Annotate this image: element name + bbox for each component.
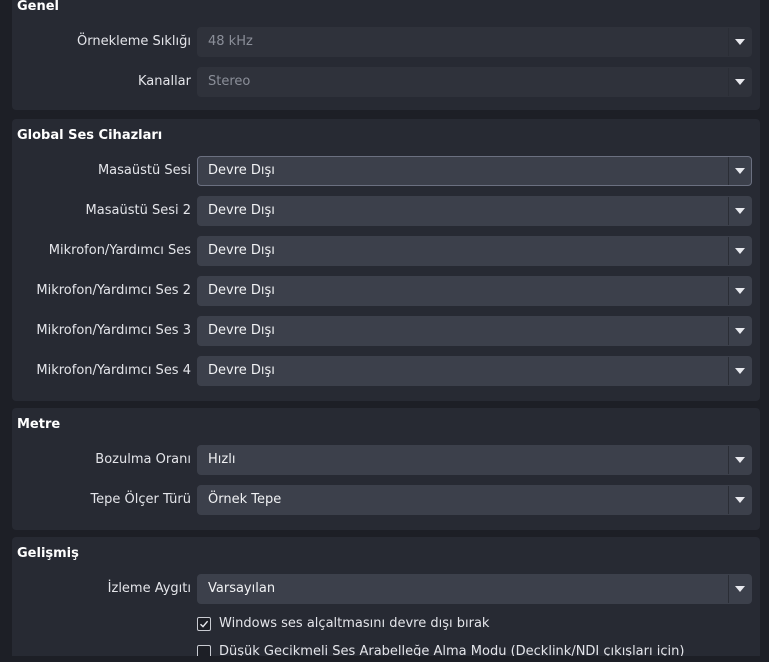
decay-rate-row: Bozulma Oranı Hızlı [12, 445, 760, 475]
desktop-audio-2-row: Masaüstü Sesi 2 Devre Dışı [12, 196, 760, 226]
desktop-audio-2-dropdown[interactable]: Devre Dışı [197, 196, 752, 226]
decay-rate-dropdown[interactable]: Hızlı [197, 445, 752, 475]
mic-aux-2-dropdown[interactable]: Devre Dışı [197, 276, 752, 306]
desktop-audio-dropdown[interactable]: Devre Dışı [197, 156, 752, 186]
general-group: Genel Örnekleme Sıklığı 48 kHz Kanallar … [12, 0, 760, 110]
monitoring-device-row: İzleme Aygıtı Varsayılan [12, 574, 760, 604]
sample-rate-label: Örnekleme Sıklığı [77, 34, 191, 49]
decay-rate-label: Bozulma Oranı [95, 452, 191, 467]
mic-aux-3-dropdown[interactable]: Devre Dışı [197, 316, 752, 346]
channels-label: Kanallar [137, 74, 191, 89]
mic-aux-2-label: Mikrofon/Yardımcı Ses 2 [36, 283, 191, 298]
mic-aux-label: Mikrofon/Yardımcı Ses [48, 243, 191, 258]
advanced-title: Gelişmiş [17, 546, 79, 561]
mic-aux-3-label: Mikrofon/Yardımcı Ses 3 [36, 323, 191, 338]
peak-meter-type-value: Örnek Tepe [208, 492, 282, 507]
peak-meter-type-label: Tepe Ölçer Türü [90, 492, 191, 507]
channels-row: Kanallar Stereo [12, 67, 760, 97]
chevron-down-icon[interactable] [729, 157, 751, 185]
chevron-down-icon[interactable] [729, 28, 751, 56]
channels-dropdown[interactable]: Stereo [197, 67, 752, 97]
sample-rate-dropdown[interactable]: 48 kHz [197, 27, 752, 57]
mic-aux-row: Mikrofon/Yardımcı Ses Devre Dışı [12, 236, 760, 266]
mic-aux-3-value: Devre Dışı [208, 323, 275, 338]
chevron-down-icon[interactable] [729, 277, 751, 305]
audio-settings-page: Genel Örnekleme Sıklığı 48 kHz Kanallar … [0, 0, 769, 662]
meters-group: Metre Bozulma Oranı Hızlı Tepe Ölçer Tür… [12, 408, 760, 530]
general-title: Genel [17, 0, 60, 14]
monitoring-device-label: İzleme Aygıtı [107, 581, 191, 596]
global-devices-title: Global Ses Cihazları [17, 128, 163, 143]
desktop-audio-value: Devre Dışı [208, 163, 275, 178]
mic-aux-4-dropdown[interactable]: Devre Dışı [197, 356, 752, 386]
chevron-down-icon[interactable] [729, 357, 751, 385]
monitoring-device-dropdown[interactable]: Varsayılan [197, 574, 752, 604]
disable-ducking-label: Windows ses alçaltmasını devre dışı bıra… [219, 616, 490, 631]
chevron-down-icon[interactable] [729, 317, 751, 345]
monitoring-device-value: Varsayılan [208, 581, 276, 596]
sample-rate-value: 48 kHz [208, 34, 253, 49]
chevron-down-icon[interactable] [729, 68, 751, 96]
chevron-down-icon[interactable] [729, 237, 751, 265]
mic-aux-2-row: Mikrofon/Yardımcı Ses 2 Devre Dışı [12, 276, 760, 306]
chevron-down-icon[interactable] [729, 575, 751, 603]
mic-aux-4-value: Devre Dışı [208, 363, 275, 378]
desktop-audio-2-label: Masaüstü Sesi 2 [85, 203, 191, 218]
checkmark-icon [200, 620, 209, 628]
chevron-down-icon[interactable] [729, 486, 751, 514]
desktop-audio-row: Masaüstü Sesi Devre Dışı [12, 156, 760, 186]
decay-rate-value: Hızlı [208, 452, 236, 467]
chevron-down-icon[interactable] [729, 446, 751, 474]
mic-aux-4-label: Mikrofon/Yardımcı Ses 4 [36, 363, 191, 378]
chevron-down-icon[interactable] [729, 197, 751, 225]
meters-title: Metre [17, 417, 61, 432]
mic-aux-value: Devre Dışı [208, 243, 275, 258]
advanced-group: Gelişmiş İzleme Aygıtı Varsayılan Window… [12, 537, 760, 662]
mic-aux-2-value: Devre Dışı [208, 283, 275, 298]
mic-aux-dropdown[interactable]: Devre Dışı [197, 236, 752, 266]
disable-ducking-option[interactable]: Windows ses alçaltmasını devre dışı bıra… [197, 614, 757, 634]
peak-meter-type-row: Tepe Ölçer Türü Örnek Tepe [12, 485, 760, 515]
peak-meter-type-dropdown[interactable]: Örnek Tepe [197, 485, 752, 515]
desktop-audio-2-value: Devre Dışı [208, 203, 275, 218]
disable-ducking-checkbox[interactable] [197, 617, 211, 631]
desktop-audio-label: Masaüstü Sesi [97, 163, 191, 178]
bottom-edge [0, 656, 769, 662]
mic-aux-3-row: Mikrofon/Yardımcı Ses 3 Devre Dışı [12, 316, 760, 346]
channels-value: Stereo [208, 74, 251, 89]
global-devices-group: Global Ses Cihazları Masaüstü Sesi Devre… [12, 119, 760, 401]
mic-aux-4-row: Mikrofon/Yardımcı Ses 4 Devre Dışı [12, 356, 760, 386]
sample-rate-row: Örnekleme Sıklığı 48 kHz [12, 27, 760, 57]
